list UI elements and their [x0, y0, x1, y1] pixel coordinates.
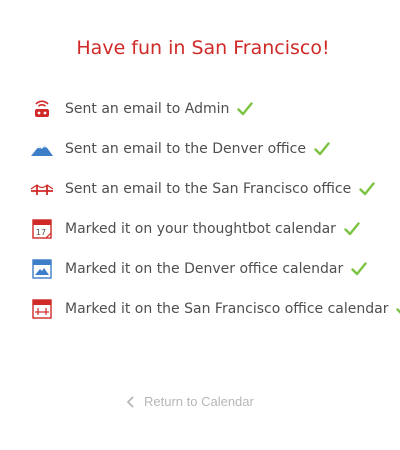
- mountain-icon: [31, 138, 53, 160]
- item-text: Marked it on the San Francisco office ca…: [65, 301, 389, 317]
- checkmark-icon: [396, 302, 400, 316]
- chevron-left-icon: [126, 395, 136, 409]
- return-link-label: Return to Calendar: [144, 394, 254, 409]
- page-title: Have fun in San Francisco!: [76, 37, 330, 59]
- list-item: Sent an email to the Denver office: [31, 136, 391, 162]
- item-text: Sent an email to the San Francisco offic…: [65, 181, 352, 197]
- calendar-mountain-icon: [31, 258, 53, 280]
- svg-text:17: 17: [36, 228, 46, 237]
- router-icon: [31, 98, 53, 120]
- item-text: Sent an email to the Denver office: [65, 141, 306, 157]
- list-item: Marked it on the Denver office calendar: [31, 256, 391, 282]
- calendar-bridge-icon: [31, 298, 53, 320]
- checkmark-icon: [351, 262, 367, 276]
- item-text: Marked it on your thoughtbot calendar: [65, 221, 336, 237]
- calendar-17-icon: 17: [31, 218, 53, 240]
- list-item: Sent an email to the San Francisco offic…: [31, 176, 391, 202]
- checkmark-icon: [237, 102, 254, 116]
- item-text: Marked it on the Denver office calendar: [65, 261, 344, 277]
- checkmark-icon: [344, 222, 360, 236]
- return-to-calendar-link[interactable]: Return to Calendar: [126, 394, 254, 409]
- list-item: 17 Marked it on your thoughtbot calendar: [31, 216, 391, 242]
- bridge-icon: [31, 178, 53, 200]
- item-text: Sent an email to Admin: [65, 101, 230, 117]
- list-item: Marked it on the San Francisco office ca…: [31, 296, 400, 322]
- checkmark-icon: [359, 182, 375, 196]
- checkmark-icon: [314, 142, 330, 156]
- list-item: Sent an email to Admin: [31, 96, 391, 122]
